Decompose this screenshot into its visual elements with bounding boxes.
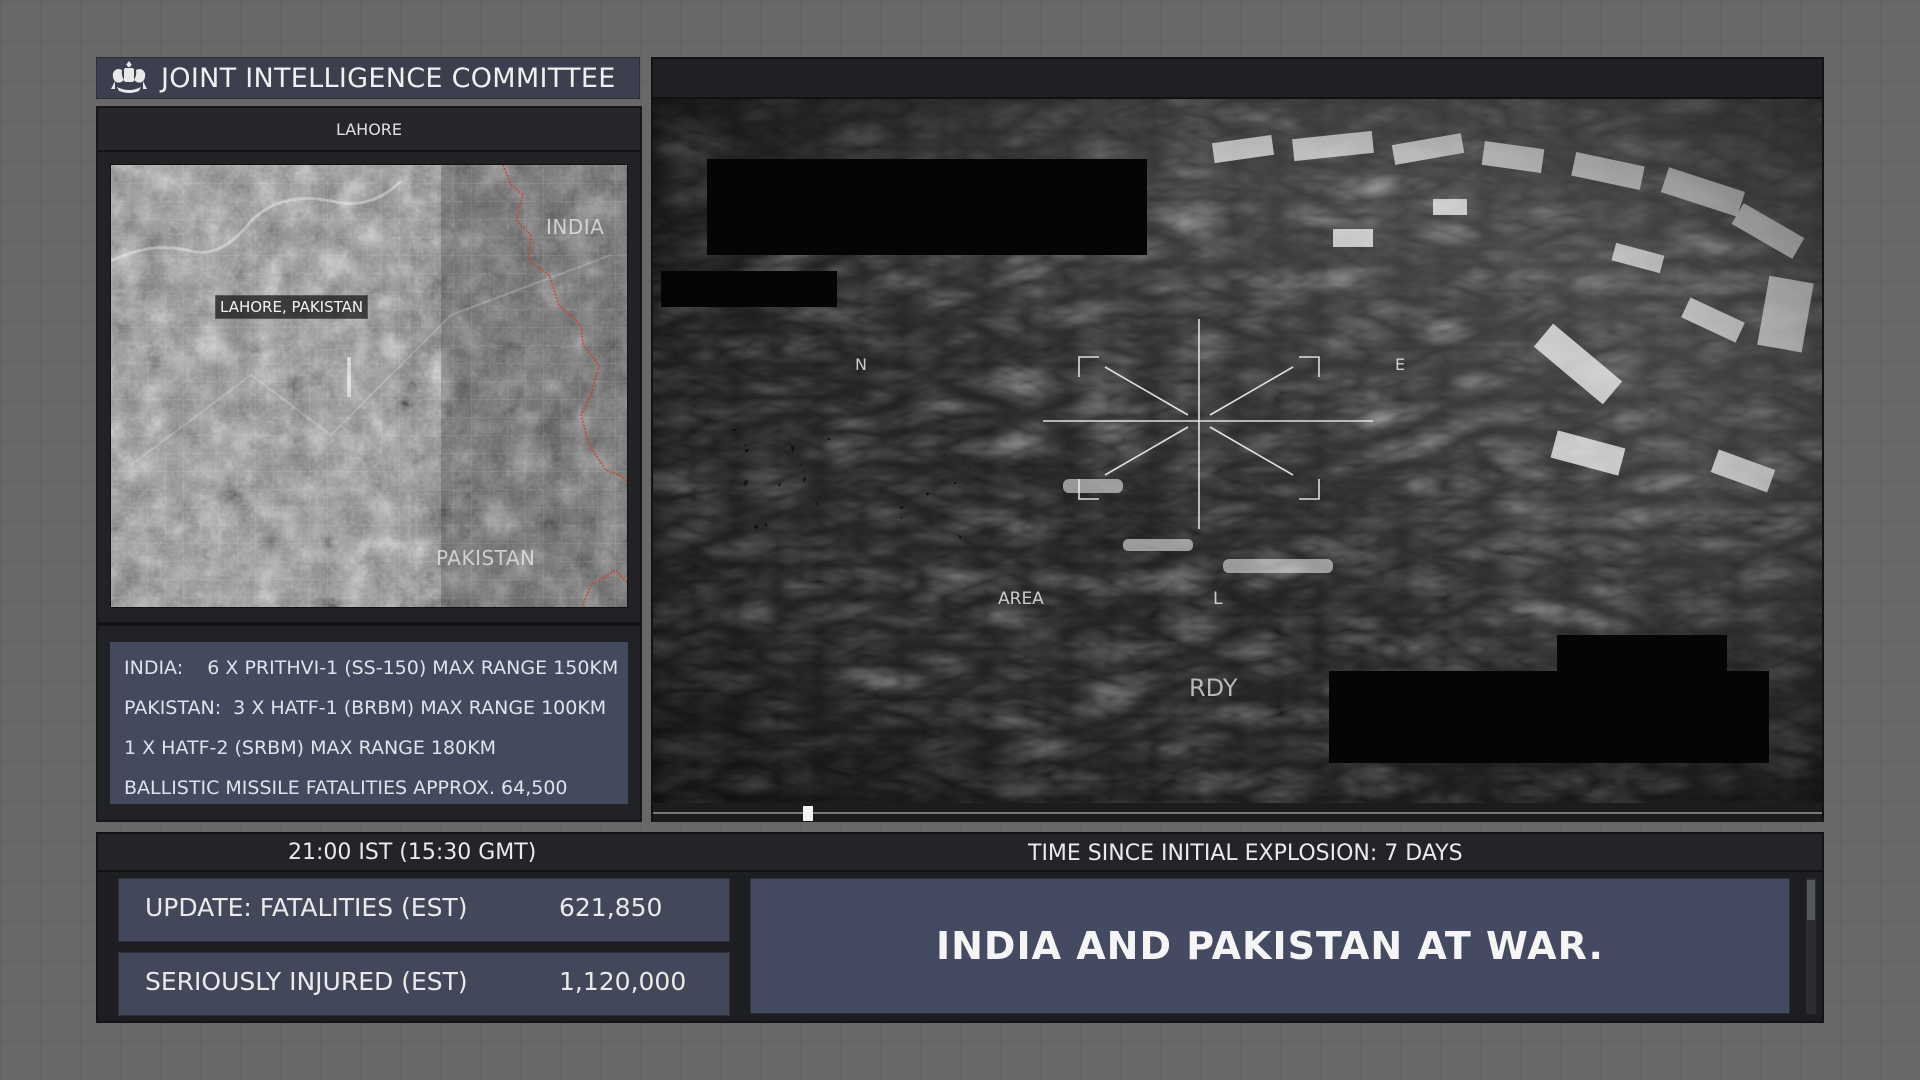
- injured-label: SERIOUSLY INJURED (EST): [145, 967, 468, 996]
- location-panel: LAHORE INDIA PAKISTAN LAHORE, PAKISTAN I…: [96, 106, 642, 822]
- scrollbar-thumb[interactable]: [1807, 880, 1815, 920]
- map-label-india: INDIA: [546, 215, 605, 239]
- fatalities-stat: UPDATE: FATALITIES (EST) 621,850: [118, 878, 730, 942]
- redaction-block: [707, 159, 1147, 255]
- headline-text: INDIA AND PAKISTAN AT WAR.: [935, 924, 1604, 968]
- missile-info-line: INDIA: 6 X PRITHVI-1 (SS-150) MAX RANGE …: [124, 657, 619, 679]
- location-title: LAHORE: [98, 108, 640, 152]
- injured-value: 1,120,000: [559, 967, 687, 996]
- video-timeline[interactable]: [653, 805, 1822, 822]
- map-label-pakistan: PAKISTAN: [436, 546, 536, 570]
- drone-video-feed[interactable]: N E AREA L RDY: [653, 99, 1822, 803]
- redaction-block: [661, 271, 837, 307]
- hud-east-label: E: [1395, 355, 1406, 374]
- redaction-block: [1329, 671, 1769, 763]
- timeline-track[interactable]: [653, 812, 1822, 814]
- hud-l-label: L: [1213, 589, 1223, 609]
- page-title: JOINT INTELLIGENCE COMMITTEE: [161, 62, 616, 94]
- timeline-scrubber-handle[interactable]: [803, 806, 813, 821]
- fatalities-label: UPDATE: FATALITIES (EST): [145, 893, 468, 922]
- local-time: 21:00 IST (15:30 GMT): [288, 840, 537, 865]
- fatalities-value: 621,850: [559, 893, 663, 922]
- divider: [98, 622, 640, 626]
- missile-info-box: INDIA: 6 X PRITHVI-1 (SS-150) MAX RANGE …: [110, 642, 628, 804]
- headline-scrollbar[interactable]: [1806, 878, 1816, 1014]
- redaction-block: [1557, 635, 1727, 675]
- status-header: 21:00 IST (15:30 GMT) TIME SINCE INITIAL…: [98, 834, 1822, 872]
- injured-stat: SERIOUSLY INJURED (EST) 1,120,000: [118, 952, 730, 1016]
- header-bar: JOINT INTELLIGENCE COMMITTEE: [96, 57, 640, 99]
- map-marker-lahore[interactable]: LAHORE, PAKISTAN: [215, 295, 369, 319]
- time-since-explosion: TIME SINCE INITIAL EXPLOSION: 7 DAYS: [1028, 841, 1463, 866]
- headline-box: INDIA AND PAKISTAN AT WAR.: [750, 878, 1790, 1014]
- video-title-bar: [653, 59, 1822, 99]
- missile-info-line: BALLISTIC MISSILE FATALITIES APPROX. 64,…: [124, 777, 568, 799]
- royal-crest-icon: [111, 61, 147, 93]
- missile-info-line: 1 X HATF-2 (SRBM) MAX RANGE 180KM: [124, 737, 497, 759]
- hud-ready-label: RDY: [1189, 674, 1238, 702]
- video-player: N E AREA L RDY: [651, 57, 1824, 822]
- hud-north-label: N: [855, 355, 867, 374]
- missile-info-line: PAKISTAN: 3 X HATF-1 (BRBM) MAX RANGE 10…: [124, 697, 607, 719]
- status-panel: 21:00 IST (15:30 GMT) TIME SINCE INITIAL…: [96, 832, 1824, 1023]
- hud-area-label: AREA: [998, 589, 1044, 609]
- satellite-map[interactable]: INDIA PAKISTAN LAHORE, PAKISTAN: [110, 164, 628, 608]
